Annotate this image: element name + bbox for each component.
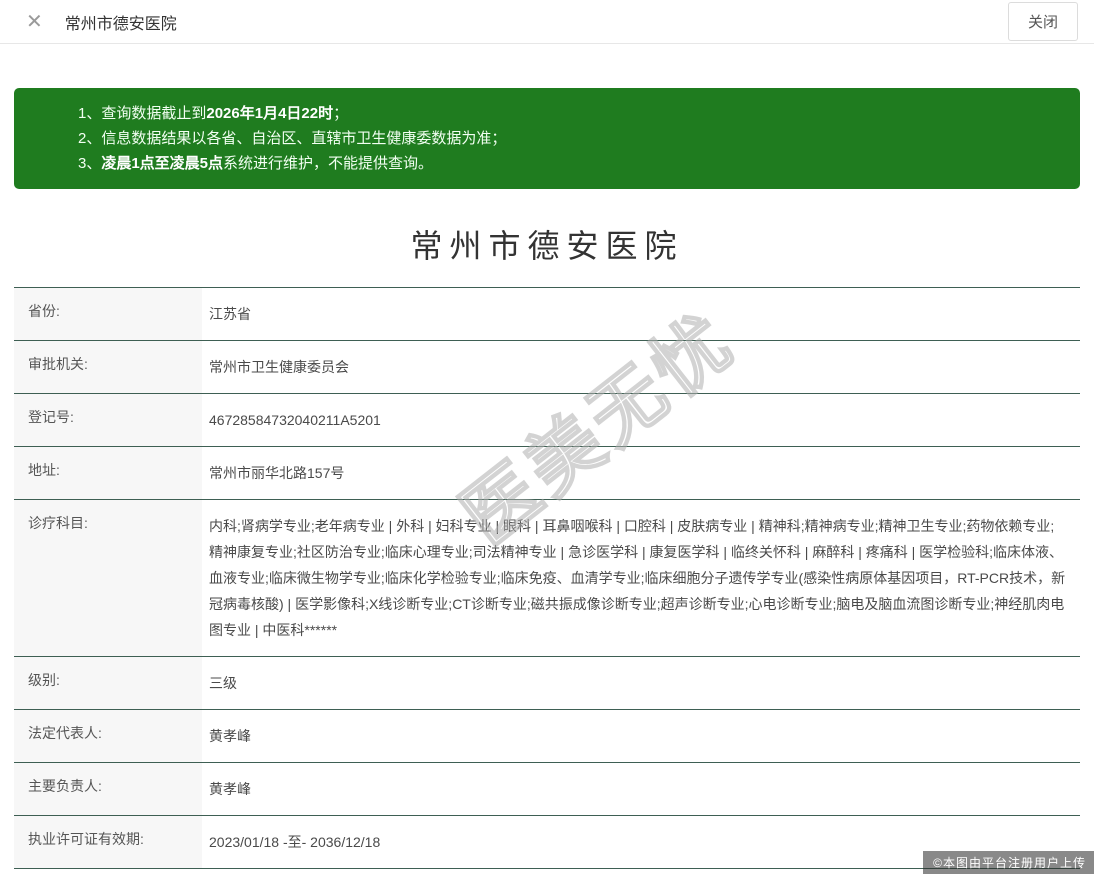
row-value: 常州市卫生健康委员会 [202,341,1080,393]
row-value: 黄孝峰 [202,710,1080,762]
table-row-province: 省份: 江苏省 [14,288,1080,341]
window-title: 常州市德安医院 [65,10,177,34]
table-row-approval-authority: 审批机关: 常州市卫生健康委员会 [14,341,1080,394]
notice-line: 1、查询数据截止到2026年1月4日22时； [78,101,1066,126]
row-label: 级别: [14,657,202,709]
row-label: 法定代表人: [14,710,202,762]
window-header: ✕ 常州市德安医院 关闭 [0,0,1094,44]
copyright-note: ©本图由平台注册用户上传 [923,851,1094,874]
row-label: 省份: [14,288,202,340]
row-value: 黄孝峰 [202,763,1080,815]
row-label: 地址: [14,447,202,499]
row-label: 执业许可证有效期: [14,816,202,868]
row-label: 主要负责人: [14,763,202,815]
table-row-registration-number: 登记号: 46728584732040211A5201 [14,394,1080,447]
row-label: 审批机关: [14,341,202,393]
notice-line: 2、信息数据结果以各省、自治区、直辖市卫生健康委数据为准； [78,126,1066,151]
row-label: 登记号: [14,394,202,446]
row-value: 三级 [202,657,1080,709]
popup-content: 1、查询数据截止到2026年1月4日22时； 2、信息数据结果以各省、自治区、直… [0,88,1094,878]
table-row-legal-representative: 法定代表人: 黄孝峰 [14,710,1080,763]
row-value: 常州市丽华北路157号 [202,447,1080,499]
table-row-level: 级别: 三级 [14,657,1080,710]
table-row-medical-subjects: 诊疗科目: 内科;肾病学专业;老年病专业 | 外科 | 妇科专业 | 眼科 | … [14,500,1080,657]
row-value: 46728584732040211A5201 [202,394,1080,446]
row-value: 内科;肾病学专业;老年病专业 | 外科 | 妇科专业 | 眼科 | 耳鼻咽喉科 … [202,500,1080,656]
notice-line: 3、凌晨1点至凌晨5点系统进行维护，不能提供查询。 [78,151,1066,176]
close-icon[interactable]: ✕ [26,12,43,32]
notice-banner: 1、查询数据截止到2026年1月4日22时； 2、信息数据结果以各省、自治区、直… [14,88,1080,189]
row-label: 诊疗科目: [14,500,202,656]
close-button[interactable]: 关闭 [1008,2,1078,41]
row-value: 江苏省 [202,288,1080,340]
info-table: 省份: 江苏省 审批机关: 常州市卫生健康委员会 登记号: 4672858473… [14,287,1080,869]
table-row-license-validity: 执业许可证有效期: 2023/01/18 -至- 2036/12/18 [14,816,1080,869]
table-row-main-person-in-charge: 主要负责人: 黄孝峰 [14,763,1080,816]
hospital-title: 常州市德安医院 [14,221,1080,267]
table-row-address: 地址: 常州市丽华北路157号 [14,447,1080,500]
